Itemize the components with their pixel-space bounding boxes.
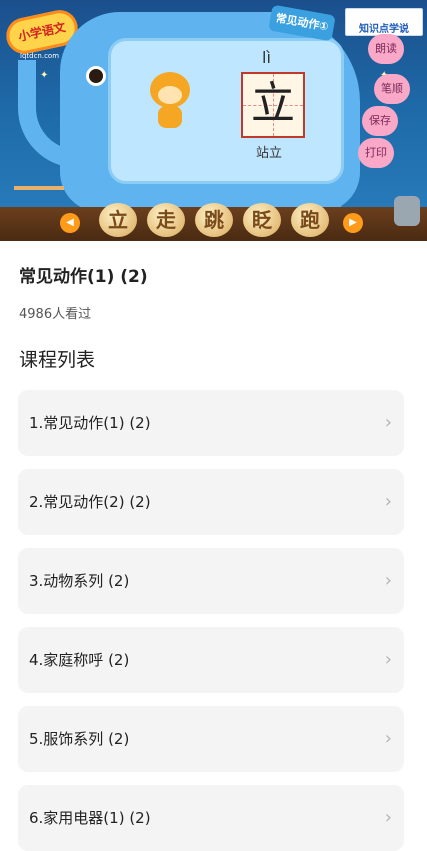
stroke-order-button[interactable]: 笔顺: [374, 74, 410, 104]
char-nav-tiao[interactable]: 跳: [195, 203, 233, 237]
lesson-label: 6.家用电器(1) (2): [29, 809, 151, 827]
site-badge: 知识点学说: [345, 8, 423, 36]
course-title: 常见动作(1) (2): [19, 267, 148, 287]
lesson-list-item[interactable]: 2.常见动作(2) (2) ›: [18, 469, 404, 535]
char-nav-zou[interactable]: 走: [147, 203, 185, 237]
lesson-list-item[interactable]: 3.动物系列 (2) ›: [18, 548, 404, 614]
lesson-list-item[interactable]: 6.家用电器(1) (2) ›: [18, 785, 404, 851]
right-arrow-icon[interactable]: ▶: [343, 213, 363, 233]
view-count: 4986人看过: [19, 307, 92, 322]
lesson-label: 4.家庭称呼 (2): [29, 651, 130, 669]
save-button[interactable]: 保存: [362, 106, 398, 136]
lesson-screen: [108, 38, 344, 184]
lesson-label: 1.常见动作(1) (2): [29, 414, 151, 432]
char-nav-zha[interactable]: 眨: [243, 203, 281, 237]
char-nav-pao[interactable]: 跑: [291, 203, 329, 237]
fence-decoration: [14, 186, 64, 206]
puppy-face: [158, 86, 182, 104]
lesson-list-item[interactable]: 5.服饰系列 (2) ›: [18, 706, 404, 772]
chevron-right-icon: ›: [384, 649, 392, 670]
chevron-right-icon: ›: [384, 412, 392, 433]
chevron-right-icon: ›: [384, 728, 392, 749]
site-name: 知识点学说: [359, 24, 409, 35]
puppy-body: [158, 106, 182, 128]
projector-icon: [394, 196, 420, 226]
pinyin-label: lì: [262, 48, 271, 67]
lesson-video-banner[interactable]: ✦ ✦ ✦ ✦ 小学语文 lqtdcn.com lì 立 站立 常见动作① 知识…: [0, 0, 427, 241]
chevron-right-icon: ›: [384, 807, 392, 828]
char-nav-li[interactable]: 立: [99, 203, 137, 237]
character-word: 站立: [256, 146, 283, 161]
lesson-label: 2.常见动作(2) (2): [29, 493, 151, 511]
logo-url: lqtdcn.com: [20, 52, 60, 60]
read-aloud-button[interactable]: 朗读: [368, 34, 404, 64]
section-title: 课程列表: [19, 349, 96, 371]
chevron-right-icon: ›: [384, 570, 392, 591]
chevron-right-icon: ›: [384, 491, 392, 512]
left-arrow-icon[interactable]: ◀: [60, 213, 80, 233]
main-character: 立: [251, 78, 295, 129]
elephant-eye: [86, 66, 106, 86]
lesson-list-item[interactable]: 4.家庭称呼 (2) ›: [18, 627, 404, 693]
elephant-trunk: [18, 60, 96, 168]
lesson-list-item[interactable]: 1.常见动作(1) (2) ›: [18, 390, 404, 456]
print-button[interactable]: 打印: [358, 138, 394, 168]
lesson-label: 3.动物系列 (2): [29, 572, 130, 590]
lesson-label: 5.服饰系列 (2): [29, 730, 130, 748]
